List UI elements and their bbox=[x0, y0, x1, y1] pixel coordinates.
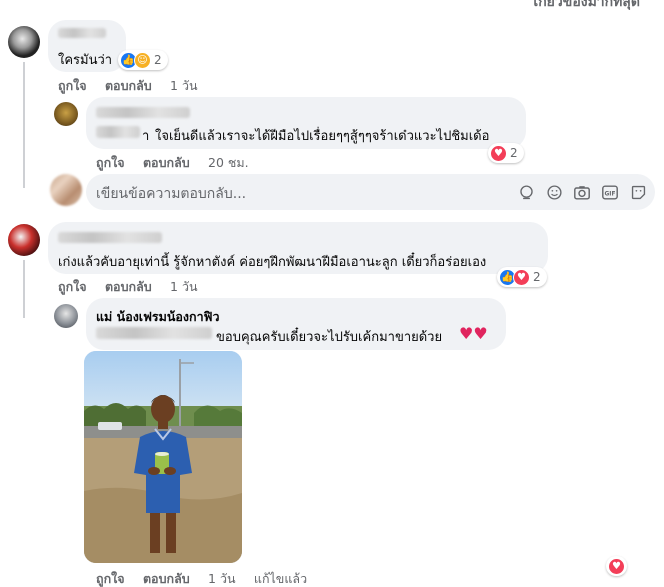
comment-prefix: า bbox=[142, 129, 150, 144]
author-name[interactable]: แม่ น้องเฟรมน้องกาฟิว bbox=[96, 307, 220, 327]
love-icon: ♥ bbox=[490, 144, 507, 162]
care-icon: ☺ bbox=[134, 51, 151, 69]
reply-toolbar: GIF bbox=[516, 182, 648, 202]
avatar[interactable] bbox=[8, 224, 40, 256]
author-name[interactable] bbox=[96, 107, 190, 118]
reaction-summary[interactable]: 👍 ☺ 2 bbox=[118, 50, 168, 70]
like-button[interactable]: ถูกใจ bbox=[96, 571, 125, 586]
comment-actions: ถูกใจ ตอบกลับ 1 วัน bbox=[58, 277, 212, 297]
reaction-count: 2 bbox=[510, 146, 518, 160]
comment-actions: ถูกใจ ตอบกลับ 1 วัน แก้ไขแล้ว bbox=[96, 569, 321, 587]
reply-button[interactable]: ตอบกลับ bbox=[105, 279, 152, 294]
sort-dropdown[interactable]: เกี่ยวข้องมากที่สุด bbox=[533, 0, 640, 13]
comment-text: เก่งแล้วคับอายุเท่านี้ รู้จักหาตังค์ ค่อ… bbox=[58, 255, 487, 270]
thread-line bbox=[23, 62, 25, 188]
avatar[interactable] bbox=[54, 304, 78, 328]
reply-button[interactable]: ตอบกลับ bbox=[143, 571, 190, 586]
timestamp[interactable]: 1 วัน bbox=[170, 279, 198, 294]
avatar[interactable] bbox=[8, 26, 40, 58]
photo-attachment[interactable] bbox=[84, 351, 242, 563]
reply-button[interactable]: ตอบกลับ bbox=[143, 155, 190, 170]
comment-text: ใจเย็นดีแล้วเราจะได้ฝีมือไปเรื่อยๆๆสู้ๆๆ… bbox=[155, 129, 490, 144]
tagged-name[interactable] bbox=[96, 126, 140, 138]
author-name[interactable] bbox=[58, 28, 106, 38]
love-icon: ♥ bbox=[608, 557, 625, 575]
heart-emoji: ♥♥ bbox=[459, 324, 488, 343]
like-button[interactable]: ถูกใจ bbox=[58, 78, 87, 93]
love-icon: ♥ bbox=[513, 268, 530, 286]
avatar[interactable] bbox=[54, 102, 78, 126]
emoji-icon[interactable] bbox=[544, 182, 564, 202]
avatar-sticker-icon[interactable] bbox=[516, 182, 536, 202]
timestamp[interactable]: 20 ชม. bbox=[208, 155, 249, 170]
reply-placeholder[interactable]: เขียนข้อความตอบกลับ... bbox=[96, 183, 246, 205]
timestamp[interactable]: 1 วัน bbox=[170, 78, 198, 93]
gif-icon[interactable]: GIF bbox=[600, 182, 620, 202]
avatar bbox=[50, 174, 82, 206]
comment-actions: ถูกใจ ตอบกลับ 20 ชม. bbox=[96, 153, 263, 173]
comment-text: ใครมันว่า bbox=[58, 53, 113, 68]
sticker-icon[interactable] bbox=[628, 182, 648, 202]
thread-line bbox=[23, 260, 25, 318]
reaction-summary[interactable]: ♥ bbox=[606, 556, 627, 576]
reaction-summary[interactable]: 👍 ♥ 2 bbox=[497, 267, 547, 287]
reaction-count: 2 bbox=[533, 270, 541, 284]
like-button[interactable]: ถูกใจ bbox=[58, 279, 87, 294]
boy-photo bbox=[84, 351, 242, 563]
timestamp[interactable]: 1 วัน bbox=[208, 571, 236, 586]
camera-icon[interactable] bbox=[572, 182, 592, 202]
author-name[interactable] bbox=[58, 232, 162, 243]
like-button[interactable]: ถูกใจ bbox=[96, 155, 125, 170]
comment-actions: ถูกใจ ตอบกลับ 1 วัน bbox=[58, 76, 212, 96]
tagged-name[interactable] bbox=[96, 327, 212, 339]
reaction-summary[interactable]: ♥ 2 bbox=[488, 143, 524, 163]
comment-text: ขอบคุณครับเดี๋ยวจะไปรับเค้กมาขายด้วย bbox=[216, 330, 443, 345]
svg-text:GIF: GIF bbox=[605, 191, 616, 197]
reaction-count: 2 bbox=[154, 53, 162, 67]
edited-label[interactable]: แก้ไขแล้ว bbox=[254, 571, 307, 586]
reply-button[interactable]: ตอบกลับ bbox=[105, 78, 152, 93]
